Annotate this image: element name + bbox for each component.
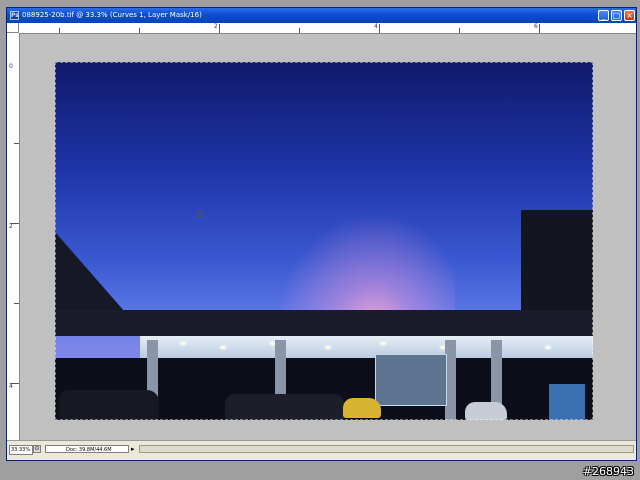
- zoom-field[interactable]: 33.33%: [9, 445, 33, 455]
- close-button[interactable]: ×: [624, 10, 635, 21]
- canopy-light: [545, 346, 551, 349]
- canopy-light: [180, 342, 186, 345]
- photoshop-icon[interactable]: Ps: [10, 11, 19, 20]
- ruler-tick: [379, 24, 380, 33]
- brush-cursor: [197, 211, 204, 218]
- roof-silhouette-left: [55, 232, 125, 312]
- canopy-light: [220, 346, 226, 349]
- ruler-tick: [10, 383, 19, 384]
- document-window: Ps 088925-20b.tif @ 33.3% (Curves 1, Lay…: [6, 7, 637, 461]
- document-title: 088925-20b.tif @ 33.3% (Curves 1, Layer …: [22, 11, 202, 19]
- status-menu-arrow[interactable]: ▸: [131, 445, 135, 453]
- horizontal-ruler[interactable]: 2 4 6: [19, 23, 636, 34]
- title-bar[interactable]: Ps 088925-20b.tif @ 33.3% (Curves 1, Lay…: [7, 8, 636, 23]
- taxi: [343, 398, 381, 418]
- car: [59, 390, 159, 420]
- ruler-tick: [10, 223, 19, 224]
- ruler-tick: [14, 303, 19, 304]
- station-roof: [55, 310, 593, 336]
- station-canopy: [140, 336, 593, 358]
- car: [225, 394, 345, 420]
- ruler-origin[interactable]: [7, 23, 19, 33]
- ruler-label: 4: [374, 23, 378, 30]
- car: [465, 402, 507, 420]
- ruler-label: 2: [214, 23, 218, 30]
- maximize-button[interactable]: □: [611, 10, 622, 21]
- ruler-label: 0: [9, 63, 13, 70]
- canopy-light: [380, 342, 386, 345]
- vertical-ruler[interactable]: 0 2 4: [7, 33, 20, 441]
- ruler-label: 4: [9, 383, 13, 390]
- document-image[interactable]: [55, 62, 593, 420]
- watermark: #268943: [582, 465, 634, 478]
- ruler-tick: [59, 28, 60, 33]
- ruler-label: 2: [9, 223, 13, 230]
- ruler-tick: [219, 24, 220, 33]
- ruler-tick: [299, 28, 300, 33]
- ruler-tick: [459, 28, 460, 33]
- minimize-button[interactable]: _: [598, 10, 609, 21]
- horizontal-scrollbar[interactable]: [139, 445, 634, 453]
- kiosk-booth: [549, 384, 585, 420]
- ruler-tick: [14, 143, 19, 144]
- building-silhouette: [521, 210, 593, 315]
- ruler-label: 6: [534, 23, 538, 30]
- status-icon[interactable]: ⊙: [33, 445, 41, 453]
- doc-size-info[interactable]: Doc: 39.8M/44.6M: [45, 445, 129, 453]
- ruler-tick: [539, 24, 540, 33]
- canopy-light: [325, 346, 331, 349]
- fuel-pump-station: [375, 354, 447, 406]
- ruler-tick: [139, 28, 140, 33]
- canvas-area[interactable]: [20, 34, 636, 441]
- status-bar: 33.33% ⊙ Doc: 39.8M/44.6M ▸: [7, 440, 636, 460]
